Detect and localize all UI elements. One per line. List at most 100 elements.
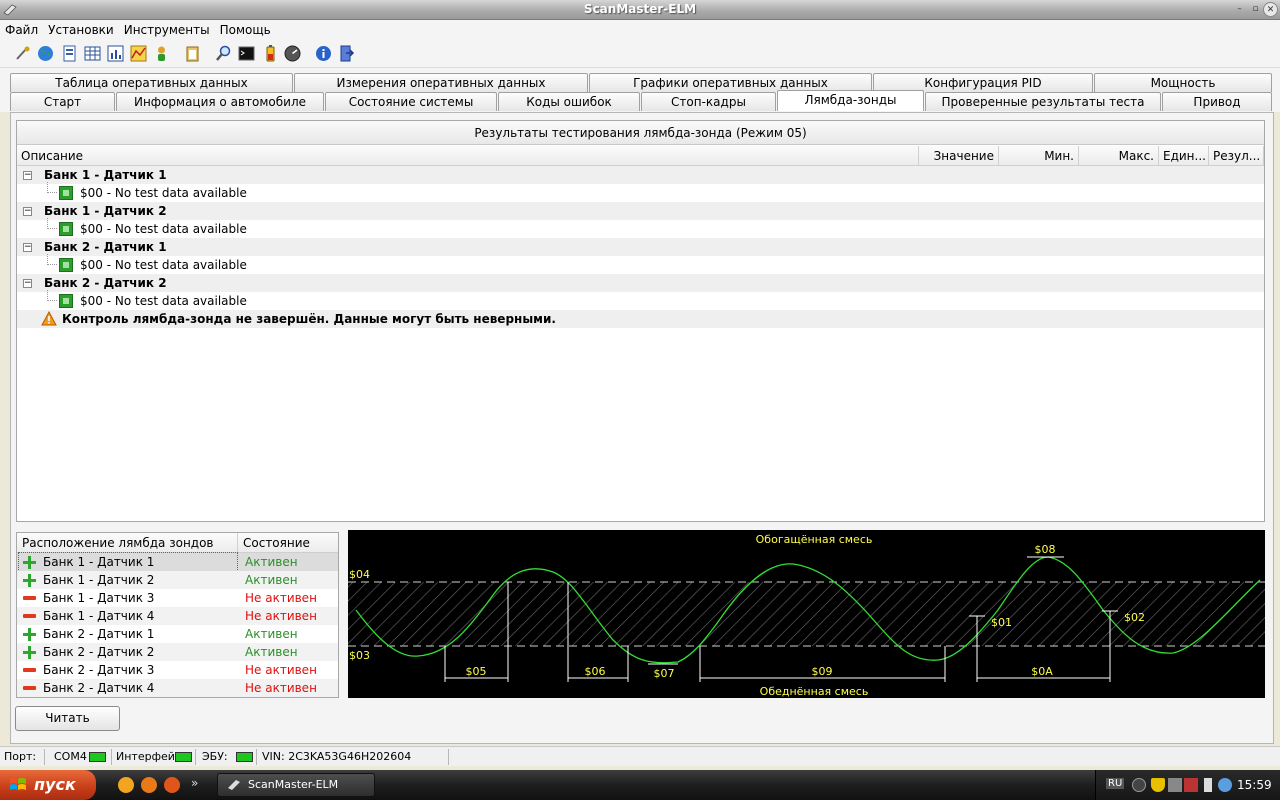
tab-o2-sensors[interactable]: Лямбда-зонды (777, 90, 924, 111)
start-label: пуск (34, 775, 76, 794)
shield-icon[interactable] (1151, 778, 1165, 792)
close-button[interactable]: ✕ (1263, 2, 1278, 17)
tree-connector (47, 218, 57, 229)
sensor-status: Активен (245, 627, 298, 641)
quicklaunch-icon[interactable] (141, 777, 157, 793)
tab-start[interactable]: Старт (10, 92, 115, 111)
taskbar-item-scanmaster[interactable]: ScanMaster-ELM (217, 773, 375, 797)
tree-group[interactable]: − Банк 2 - Датчик 2 (17, 274, 1264, 292)
minimize-button[interactable]: – (1232, 2, 1247, 17)
collapse-icon[interactable]: − (23, 207, 32, 216)
table-row[interactable]: Банк 2 - Датчик 4 Не активен (17, 679, 338, 697)
col-max[interactable]: Макс. (1079, 146, 1159, 166)
menu-help[interactable]: Помощь (215, 20, 276, 40)
network-icon[interactable] (1168, 778, 1182, 792)
col-description[interactable]: Описание (17, 146, 919, 166)
maximize-button[interactable]: ▫ (1248, 2, 1263, 17)
bar-chart-icon[interactable] (107, 45, 124, 62)
table-row[interactable]: Банк 1 - Датчик 3 Не активен (17, 589, 338, 607)
tab-vehicle-info[interactable]: Информация о автомобиле (116, 92, 324, 111)
sensor-status: Не активен (245, 681, 317, 695)
quicklaunch-more-icon[interactable]: » (191, 776, 198, 790)
graph-label-02: $02 (1124, 611, 1145, 624)
table-row[interactable]: Банк 2 - Датчик 1 Активен (17, 625, 338, 643)
tree-group[interactable]: − Банк 1 - Датчик 1 (17, 166, 1264, 184)
lean-mixture-label: Обеднённая смесь (760, 685, 869, 698)
tree-group[interactable]: − Банк 1 - Датчик 2 (17, 202, 1264, 220)
collapse-icon[interactable]: − (23, 279, 32, 288)
tree-item[interactable]: $00 - No test data available (17, 182, 1264, 202)
col-location[interactable]: Расположение лямбда зондов (17, 533, 238, 553)
firefox-icon[interactable] (164, 777, 180, 793)
clipboard-icon[interactable] (184, 45, 201, 62)
graph-label-05: $05 (466, 665, 487, 678)
table-row[interactable]: Банк 1 - Датчик 1 Активен (17, 552, 338, 572)
menu-settings[interactable]: Установки (43, 20, 119, 40)
graph-label-09: $09 (812, 665, 833, 678)
port-label: Порт: (4, 750, 37, 763)
tab-trouble-codes[interactable]: Коды ошибок (498, 92, 640, 111)
power-icon[interactable] (1204, 778, 1212, 792)
group-label: Банк 1 - Датчик 1 (44, 168, 167, 182)
sensor-location: Банк 2 - Датчик 2 (43, 645, 155, 659)
o2-sensor-location-table: Расположение лямбда зондов Состояние Бан… (16, 532, 339, 698)
tree-item[interactable]: $00 - No test data available (17, 218, 1264, 238)
group-label: Банк 2 - Датчик 1 (44, 240, 167, 254)
table-row[interactable]: Банк 1 - Датчик 4 Не активен (17, 607, 338, 625)
status-bar: Порт: COM4 Интерфейс: ЭБУ: VIN: 2C3KA53G… (0, 746, 1280, 766)
tree-connector (47, 290, 57, 301)
connect-icon[interactable] (14, 45, 31, 62)
sensor-status: Активен (245, 555, 298, 569)
volume-icon[interactable] (1218, 778, 1232, 792)
menu-file[interactable]: Файл (0, 20, 43, 40)
col-status[interactable]: Состояние (238, 533, 338, 553)
menu-bar: Файл Установки Инструменты Помощь (0, 20, 1280, 40)
tree-item[interactable]: $00 - No test data available (17, 254, 1264, 274)
table-row[interactable]: Банк 1 - Датчик 2 Активен (17, 571, 338, 589)
table-icon[interactable] (84, 45, 101, 62)
quicklaunch-icon[interactable] (118, 777, 134, 793)
collapse-icon[interactable]: − (23, 243, 32, 252)
col-units[interactable]: Един... (1159, 146, 1209, 166)
status-separator (44, 749, 45, 765)
gauge-icon[interactable] (284, 45, 301, 62)
tree-item[interactable]: $00 - No test data available (17, 290, 1264, 310)
graph-label-04: $04 (349, 568, 370, 581)
person-icon[interactable] (153, 45, 170, 62)
tab-live-data-measurements[interactable]: Измерения оперативных данных (294, 73, 588, 92)
sensor-location: Банк 1 - Датчик 3 (43, 591, 155, 605)
sensor-location: Банк 1 - Датчик 1 (18, 552, 238, 572)
group-label: Банк 1 - Датчик 2 (44, 204, 167, 218)
collapse-icon[interactable]: − (23, 171, 32, 180)
graph-icon[interactable] (130, 45, 147, 62)
document-icon[interactable] (61, 45, 78, 62)
tab-system-status[interactable]: Состояние системы (325, 92, 497, 111)
search-icon[interactable] (215, 45, 232, 62)
info-icon[interactable] (315, 45, 332, 62)
tab-live-data-table[interactable]: Таблица оперативных данных (10, 73, 293, 92)
item-label: $00 - No test data available (80, 186, 247, 200)
table-row[interactable]: Банк 2 - Датчик 2 Активен (17, 643, 338, 661)
ecu-led (236, 752, 253, 762)
network-error-icon[interactable] (1184, 778, 1198, 792)
menu-tools[interactable]: Инструменты (119, 20, 215, 40)
col-min[interactable]: Мин. (999, 146, 1079, 166)
tree-group[interactable]: − Банк 2 - Датчик 1 (17, 238, 1264, 256)
exit-icon[interactable] (338, 45, 355, 62)
tab-actuator[interactable]: Привод (1162, 92, 1272, 111)
read-button[interactable]: Читать (15, 706, 120, 731)
scanmaster-icon (228, 780, 240, 790)
tab-power[interactable]: Мощность (1094, 73, 1272, 92)
col-result[interactable]: Резул... (1209, 146, 1264, 166)
tray-arrow-icon[interactable] (1132, 778, 1146, 792)
tab-freeze-frames[interactable]: Стоп-кадры (641, 92, 776, 111)
language-indicator[interactable]: RU (1106, 778, 1125, 789)
terminal-icon[interactable] (238, 45, 255, 62)
table-row[interactable]: Банк 2 - Датчик 3 Не активен (17, 661, 338, 679)
battery-icon[interactable] (262, 45, 279, 62)
warning-row[interactable]: Контроль лямбда-зонда не завершён. Данны… (17, 310, 1264, 328)
tab-test-results[interactable]: Проверенные результаты теста (925, 92, 1161, 111)
col-value[interactable]: Значение (919, 146, 999, 166)
start-button[interactable]: пуск (0, 770, 96, 800)
globe-icon[interactable] (37, 45, 54, 62)
